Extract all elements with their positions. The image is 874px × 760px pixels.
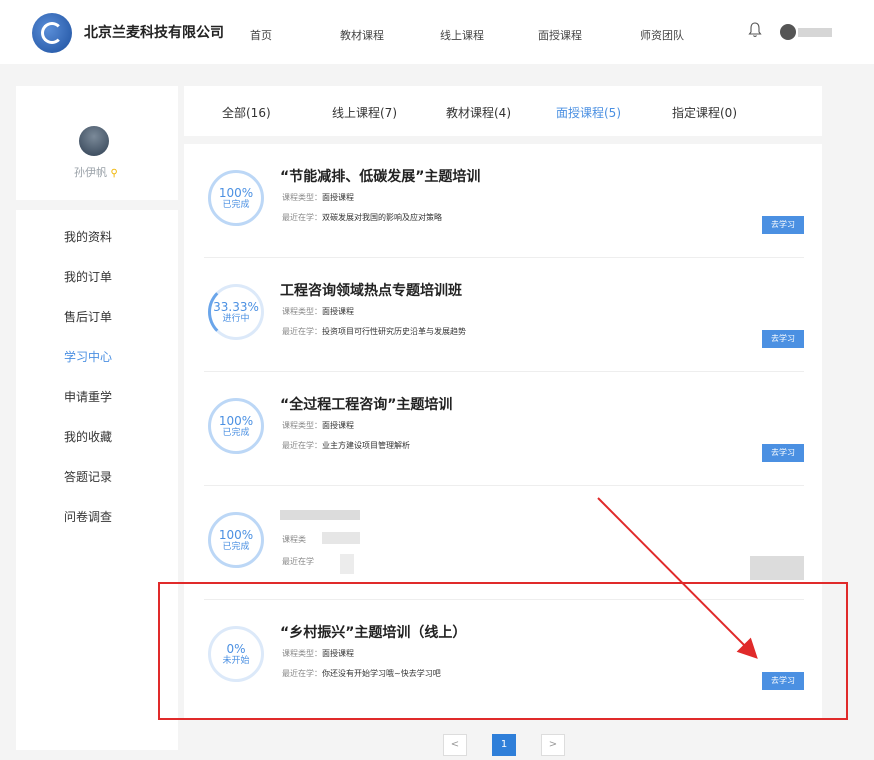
go-study-button-blurred[interactable] bbox=[750, 556, 804, 580]
next-page-button[interactable]: > bbox=[541, 734, 565, 756]
progress-percent: 100% bbox=[218, 185, 254, 200]
page-button[interactable]: 1 bbox=[492, 734, 516, 756]
progress-status: 已完成 bbox=[222, 427, 250, 438]
course-tabs: 全部(16) 线上课程(7) 教材课程(4) 面授课程(5) 指定课程(0) bbox=[184, 86, 822, 136]
recent-study-label: 最近在学 bbox=[282, 557, 314, 566]
course-type: 课程类 bbox=[282, 534, 306, 545]
course-type: 课程类型：面授课程 bbox=[282, 420, 354, 431]
recent-study-label: 最近在学： bbox=[282, 213, 322, 222]
progress-percent: 100% bbox=[218, 413, 254, 428]
course-type-value: 面授课程 bbox=[322, 193, 354, 202]
company-name: 北京兰麦科技有限公司 bbox=[84, 25, 224, 41]
course-type-label: 课程类型： bbox=[282, 421, 322, 430]
nav-offline-courses[interactable]: 面授课程 bbox=[538, 27, 582, 43]
recent-study-value: 双碳发展对我国的影响及应对策略 bbox=[322, 213, 442, 222]
progress-percent: 100% bbox=[218, 527, 254, 542]
recent-study: 最近在学：业主方建设项目管理解析 bbox=[282, 440, 410, 451]
go-study-button[interactable]: 去学习 bbox=[762, 330, 804, 348]
recent-study-value: 投资项目可行性研究历史沿革与发展趋势 bbox=[322, 327, 466, 336]
sidebar-item-learning-center[interactable]: 学习中心 bbox=[64, 348, 112, 365]
recent-study-blurred bbox=[340, 554, 354, 574]
progress-ring: 100% 已完成 bbox=[208, 170, 264, 226]
recent-study: 最近在学 bbox=[282, 556, 314, 567]
sidebar-item-survey[interactable]: 问卷调查 bbox=[64, 508, 112, 525]
user-avatar[interactable] bbox=[780, 24, 796, 40]
progress-percent: 33.33% bbox=[213, 299, 259, 314]
course-type-label: 课程类型： bbox=[282, 193, 322, 202]
sidebar-item-answer-records[interactable]: 答题记录 bbox=[64, 468, 112, 485]
sidebar-item-favorites[interactable]: 我的收藏 bbox=[64, 428, 112, 445]
course-type-label: 课程类型： bbox=[282, 307, 322, 316]
progress-ring: 33.33% 进行中 bbox=[208, 284, 264, 340]
progress-ring: 100% 已完成 bbox=[208, 398, 264, 454]
tab-textbook[interactable]: 教材课程(4) bbox=[446, 104, 511, 121]
nav-teacher-team[interactable]: 师资团队 bbox=[640, 27, 684, 43]
go-study-button[interactable]: 去学习 bbox=[762, 216, 804, 234]
sidebar-item-aftersale[interactable]: 售后订单 bbox=[64, 308, 112, 325]
course-title-blurred[interactable] bbox=[280, 510, 360, 520]
sidebar-item-orders[interactable]: 我的订单 bbox=[64, 268, 112, 285]
recent-study-value: 业主方建设项目管理解析 bbox=[322, 441, 410, 450]
course-card: 100% 已完成 “节能减排、低碳发展”主题培训 课程类型：面授课程 最近在学：… bbox=[204, 144, 804, 258]
course-type-value: 面授课程 bbox=[322, 307, 354, 316]
username-blurred[interactable] bbox=[798, 28, 832, 37]
course-card: 33.33% 进行中 工程咨询领域热点专题培训班 课程类型：面授课程 最近在学：… bbox=[204, 258, 804, 372]
recent-study-label: 最近在学： bbox=[282, 327, 322, 336]
location-pin-icon: ⚲ bbox=[110, 168, 118, 179]
go-study-button[interactable]: 去学习 bbox=[762, 444, 804, 462]
course-type-blurred bbox=[322, 532, 360, 544]
progress-ring: 100% 已完成 bbox=[208, 512, 264, 568]
nav-online-courses[interactable]: 线上课程 bbox=[440, 27, 484, 43]
course-type: 课程类型：面授课程 bbox=[282, 192, 354, 203]
tab-assigned[interactable]: 指定课程(0) bbox=[672, 104, 737, 121]
course-title[interactable]: “全过程工程咨询”主题培训 bbox=[280, 394, 452, 414]
progress-status: 已完成 bbox=[222, 541, 250, 552]
recent-study: 最近在学：双碳发展对我国的影响及应对策略 bbox=[282, 212, 442, 223]
highlight-box bbox=[158, 582, 848, 720]
company-logo[interactable] bbox=[32, 13, 72, 53]
top-header: 北京兰麦科技有限公司 首页 教材课程 线上课程 面授课程 师资团队 bbox=[0, 0, 874, 64]
sidebar-item-profile[interactable]: 我的资料 bbox=[64, 228, 112, 245]
course-type-label: 课程类 bbox=[282, 535, 306, 544]
nav-home[interactable]: 首页 bbox=[250, 27, 272, 43]
profile-name: 孙伊帆 ⚲ bbox=[74, 164, 118, 180]
tab-offline[interactable]: 面授课程(5) bbox=[556, 104, 621, 121]
profile-name-text: 孙伊帆 bbox=[74, 166, 107, 179]
recent-study: 最近在学：投资项目可行性研究历史沿革与发展趋势 bbox=[282, 326, 466, 337]
bell-icon[interactable] bbox=[748, 22, 762, 38]
profile-avatar[interactable] bbox=[79, 126, 109, 156]
progress-status: 进行中 bbox=[222, 313, 250, 324]
course-type-value: 面授课程 bbox=[322, 421, 354, 430]
recent-study-label: 最近在学： bbox=[282, 441, 322, 450]
tab-online[interactable]: 线上课程(7) bbox=[332, 104, 397, 121]
profile-card: 孙伊帆 ⚲ bbox=[16, 86, 178, 200]
prev-page-button[interactable]: < bbox=[443, 734, 467, 756]
progress-status: 已完成 bbox=[222, 199, 250, 210]
course-title[interactable]: “节能减排、低碳发展”主题培训 bbox=[280, 166, 480, 186]
tab-all[interactable]: 全部(16) bbox=[222, 104, 271, 121]
course-type: 课程类型：面授课程 bbox=[282, 306, 354, 317]
course-title[interactable]: 工程咨询领域热点专题培训班 bbox=[280, 280, 462, 300]
sidebar-item-relearn[interactable]: 申请重学 bbox=[64, 388, 112, 405]
nav-textbook-courses[interactable]: 教材课程 bbox=[340, 27, 384, 43]
course-card: 100% 已完成 “全过程工程咨询”主题培训 课程类型：面授课程 最近在学：业主… bbox=[204, 372, 804, 486]
sidebar-menu: 我的资料 我的订单 售后订单 学习中心 申请重学 我的收藏 答题记录 问卷调查 bbox=[16, 210, 178, 750]
